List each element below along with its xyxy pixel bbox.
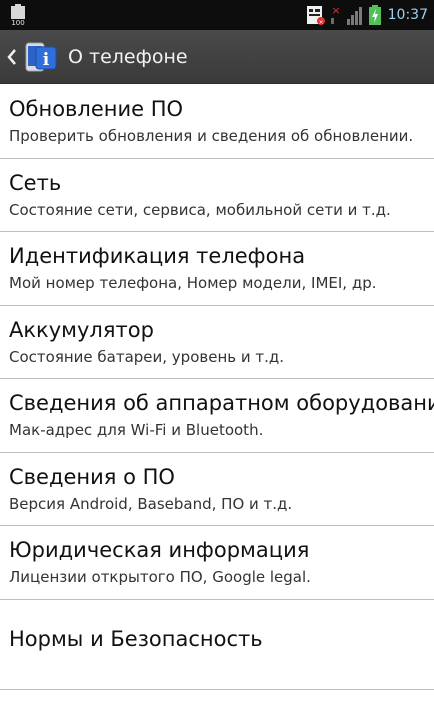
list-item-phone-identity[interactable]: Идентификация телефона Мой номер телефон… (0, 232, 434, 306)
item-subtitle: Версия Android, Baseband, ПО и т.д. (9, 494, 293, 513)
item-title: Сеть (9, 170, 62, 195)
item-title: Обновление ПО (9, 97, 184, 121)
charging-battery-icon (368, 5, 381, 25)
list-item-regulatory-safety[interactable]: Нормы и Безопасность (0, 600, 434, 690)
list-item-software-info[interactable]: Сведения о ПО Версия Android, Baseband, … (0, 453, 434, 526)
chevron-left-icon[interactable] (4, 47, 20, 67)
item-subtitle: Состояние батареи, уровень и т.д. (9, 347, 285, 366)
item-title: Идентификация телефона (9, 244, 306, 268)
item-subtitle: Проверить обновления и сведения об обнов… (9, 127, 414, 145)
notification-icon: × (306, 6, 325, 26)
list-item-software-update[interactable]: Обновление ПО Проверить обновления и све… (0, 85, 434, 159)
item-subtitle: Лицензии открытого ПО, Google legal. (9, 568, 311, 586)
list-item-network[interactable]: Сеть Состояние сети, сервиса, мобильной … (0, 159, 434, 232)
no-signal-icon: × (330, 4, 340, 24)
svg-text:i: i (43, 50, 50, 70)
item-subtitle: Мой номер телефона, Номер модели, IMEI, … (9, 274, 377, 292)
settings-list: Обновление ПО Проверить обновления и све… (0, 85, 434, 690)
item-title: Нормы и Безопасность (9, 626, 263, 651)
item-subtitle: Мак-адрес для Wi-Fi и Bluetooth. (9, 421, 264, 439)
battery-icon: 100 (11, 4, 25, 26)
battery-level-label: 100 (11, 19, 24, 26)
list-item-hardware-info[interactable]: Сведения об аппаратном оборудовани Мак-а… (0, 379, 434, 453)
item-title: Аккумулятор (9, 317, 154, 342)
list-item-legal-info[interactable]: Юридическая информация Лицензии открытог… (0, 526, 434, 600)
svg-text:×: × (331, 4, 340, 17)
page-title: О телефоне (68, 45, 188, 68)
svg-text:×: × (318, 19, 323, 26)
item-title: Сведения о ПО (9, 464, 175, 489)
item-title: Юридическая информация (9, 538, 310, 562)
clock: 10:37 (387, 7, 428, 23)
status-bar: 100 × × 10:37 (0, 0, 434, 30)
item-title: Сведения об аппаратном оборудовани (9, 391, 434, 415)
action-bar: i О телефоне (0, 30, 434, 84)
signal-icon (346, 7, 362, 25)
status-icons: × × 10:37 (306, 3, 428, 27)
phone-info-icon[interactable]: i (24, 40, 58, 74)
list-item-battery[interactable]: Аккумулятор Состояние батареи, уровень и… (0, 306, 434, 379)
item-subtitle: Состояние сети, сервиса, мобильной сети … (9, 200, 391, 219)
